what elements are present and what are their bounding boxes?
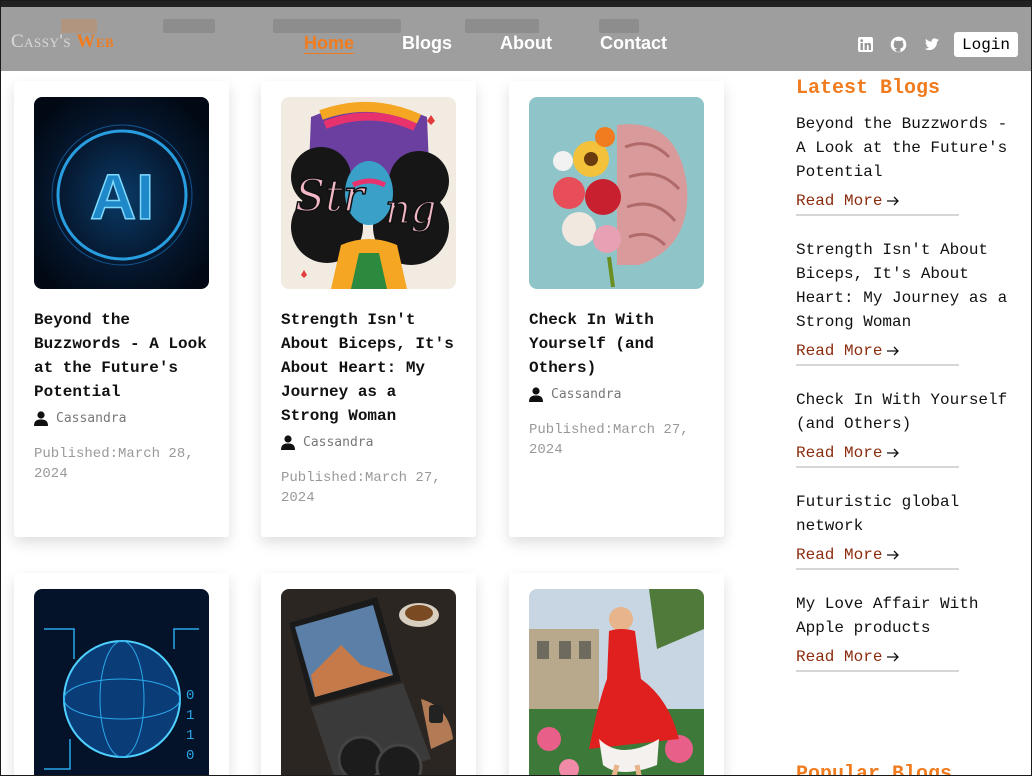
card-published: Published:March 27, 2024 [529,422,689,458]
arrow-right-icon [887,448,900,458]
svg-text:0: 0 [186,748,194,764]
svg-text:AI: AI [90,161,154,233]
svg-text:1: 1 [186,708,194,724]
nav-home[interactable]: Home [304,33,354,54]
user-icon [281,435,295,450]
header-ghost-shape [599,19,639,33]
blog-card[interactable] [509,573,724,775]
svg-text:ng: ng [385,187,436,233]
latest-blog-item: Futuristic global network Read More [796,490,1011,570]
card-published: Published:March 28, 2024 [34,446,194,482]
laptop-coffee-image[interactable] [281,589,456,775]
card-author: Cassandra [34,411,126,426]
read-more-link[interactable]: Read More [796,342,959,366]
latest-blog-title[interactable]: My Love Affair With Apple products [796,592,1011,640]
blog-card[interactable]: Str ng Strength Isn't About Biceps, It's… [261,81,476,537]
latest-blog-title[interactable]: Futuristic global network [796,490,1011,538]
latest-blog-item: Check In With Yourself (and Others) Read… [796,388,1011,468]
svg-text:Str: Str [295,171,367,222]
header-ghost-shape [163,19,215,33]
card-author: Cassandra [529,387,621,402]
card-title[interactable]: Beyond the Buzzwords - A Look at the Fut… [34,308,212,404]
flower-brain-illustration[interactable] [529,97,704,289]
linkedin-icon[interactable] [857,36,874,53]
blog-card[interactable]: AI Beyond the Buzzwords - A Look at the … [14,81,229,537]
arrow-right-icon [887,346,900,356]
browser-frame: AI Beyond the Buzzwords - A Look at the … [0,0,1032,776]
blog-card[interactable]: Check In With Yourself (and Others) Cass… [509,81,724,537]
digital-globe-image[interactable]: 0 1 1 0 [34,589,209,775]
arrow-right-icon [887,550,900,560]
main-nav: Home Blogs About Contact [304,33,667,54]
read-more-link[interactable]: Read More [796,444,959,468]
strong-woman-illustration[interactable]: Str ng [281,97,456,289]
site-logo[interactable]: Cassy's Web [11,31,114,53]
nav-blogs[interactable]: Blogs [402,33,452,54]
arrow-right-icon [887,196,900,206]
latest-blog-item: Strength Isn't About Biceps, It's About … [796,238,1011,366]
read-more-link[interactable]: Read More [796,546,959,570]
latest-blog-title[interactable]: Beyond the Buzzwords - A Look at the Fut… [796,112,1011,184]
blog-card[interactable]: 0 1 1 0 [14,573,229,775]
user-icon [34,411,48,426]
svg-text:1: 1 [186,728,194,744]
header-ghost-shape [465,19,539,33]
read-more-link[interactable]: Read More [796,648,959,672]
popular-blogs-heading: Popular Blogs [796,763,953,776]
logo-text-part1: Cassy's [11,31,72,52]
user-icon [529,387,543,402]
latest-blog-title[interactable]: Check In With Yourself (and Others) [796,388,1011,436]
read-more-link[interactable]: Read More [796,192,959,216]
ai-glow-image[interactable]: AI [34,97,209,289]
card-author-name: Cassandra [303,435,374,450]
card-author-name: Cassandra [56,411,127,426]
red-dress-garden-image[interactable] [529,589,704,775]
twitter-icon[interactable] [923,36,940,53]
card-title[interactable]: Strength Isn't About Biceps, It's About … [281,308,459,428]
login-button[interactable]: Login [954,32,1018,57]
latest-blog-item: Beyond the Buzzwords - A Look at the Fut… [796,112,1011,216]
social-links [857,36,940,53]
github-icon[interactable] [890,36,907,53]
svg-text:0: 0 [186,688,194,704]
arrow-right-icon [887,652,900,662]
card-title[interactable]: Check In With Yourself (and Others) [529,308,707,380]
latest-blog-title[interactable]: Strength Isn't About Biceps, It's About … [796,238,1011,334]
nav-contact[interactable]: Contact [600,33,667,54]
card-author-name: Cassandra [551,387,622,402]
blog-card[interactable] [261,573,476,775]
latest-blog-item: My Love Affair With Apple products Read … [796,592,1011,672]
latest-blogs-heading: Latest Blogs [796,77,941,100]
site-header: Cassy's Web Home Blogs About Contact Log… [1,1,1031,71]
nav-about[interactable]: About [500,33,552,54]
card-published: Published:March 27, 2024 [281,470,441,506]
logo-text-part2: Web [76,31,115,52]
card-author: Cassandra [281,435,373,450]
header-ghost-shape [273,19,401,33]
